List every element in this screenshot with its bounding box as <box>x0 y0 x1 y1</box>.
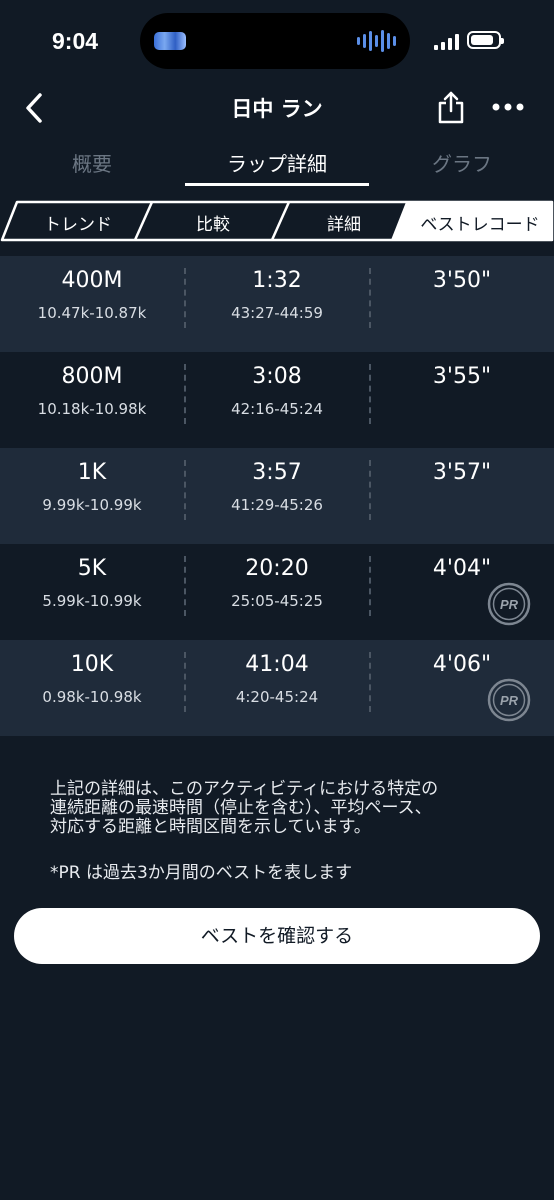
best-time: 20:20 <box>245 556 309 581</box>
description-line: 連続距離の最速時間（停止を含む）、平均ペース、 <box>50 798 432 818</box>
record-row: 1K 9.99k-10.99k 3:57 41:29-45:26 3'57" <box>0 448 554 544</box>
distance-cell: 800M 10.18k-10.98k <box>0 352 184 448</box>
tab-lap-details[interactable]: ラップ詳細 <box>185 148 369 177</box>
view-best-button[interactable]: ベストを確認する <box>14 908 540 964</box>
distance-label: 10K <box>70 652 114 677</box>
pr-badge-label: PR <box>500 597 519 612</box>
pace-value: 3'55" <box>432 364 492 389</box>
best-time: 3:08 <box>252 364 302 389</box>
time-range: 4:20-45:24 <box>235 688 319 706</box>
distance-cell: 10K 0.98k-10.98k <box>0 640 184 736</box>
distance-cell: 1K 9.99k-10.99k <box>0 448 184 544</box>
distance-range: 10.18k-10.98k <box>37 400 147 418</box>
description-text: 上記の詳細は、このアクティビティにおける特定の 連続距離の最速時間（停止を含む）… <box>50 780 520 837</box>
pr-footnote: *PR は過去3か月間のベストを表します <box>50 863 353 883</box>
distance-cell: 5K 5.99k-10.99k <box>0 544 184 640</box>
pr-badge-icon: PR <box>487 582 531 626</box>
battery-icon <box>467 31 504 49</box>
distance-range: 10.47k-10.87k <box>37 304 147 322</box>
time-cell: 3:57 41:29-45:26 <box>185 448 369 544</box>
description-line: 上記の詳細は、このアクティビティにおける特定の <box>50 779 439 799</box>
best-time: 41:04 <box>245 652 309 677</box>
time-range: 25:05-45:25 <box>231 592 323 610</box>
pace-value: 4'04" <box>432 556 492 581</box>
tab-graph[interactable]: グラフ <box>370 148 554 177</box>
record-row: 800M 10.18k-10.98k 3:08 42:16-45:24 3'55… <box>0 352 554 448</box>
pr-badge-label: PR <box>500 693 519 708</box>
time-range: 43:27-44:59 <box>231 304 323 322</box>
pace-value: 4'06" <box>432 652 492 677</box>
segment-trend[interactable]: トレンド <box>10 210 146 235</box>
distance-label: 5K <box>77 556 107 581</box>
distance-label: 400M <box>61 268 123 293</box>
description-line: 対応する距離と時間区間を示しています。 <box>50 817 371 837</box>
best-records-list: 400M 10.47k-10.87k 1:32 43:27-44:59 3'50… <box>0 256 554 736</box>
segment-compare[interactable]: 比較 <box>145 210 281 235</box>
battery-level <box>471 35 493 45</box>
pace-cell: 3'55" <box>370 352 554 448</box>
pace-value: 3'50" <box>432 268 492 293</box>
distance-range: 9.99k-10.99k <box>42 496 142 514</box>
share-button[interactable] <box>436 89 466 125</box>
nav-bar: 日中 ラン <box>0 85 554 130</box>
time-range: 41:29-45:26 <box>231 496 323 514</box>
status-bar: 9:04 <box>0 0 554 85</box>
pace-cell: 3'57" <box>370 448 554 544</box>
share-icon <box>438 91 464 124</box>
record-row: 10K 0.98k-10.98k 41:04 4:20-45:24 4'06" … <box>0 640 554 736</box>
time-cell: 41:04 4:20-45:24 <box>185 640 369 736</box>
best-time: 3:57 <box>252 460 302 485</box>
tab-overview[interactable]: 概要 <box>0 148 184 177</box>
status-time: 9:04 <box>52 28 99 54</box>
pace-cell: 3'50" <box>370 256 554 352</box>
audio-waveform-icon <box>357 29 396 53</box>
dynamic-island <box>140 13 410 69</box>
distance-label: 1K <box>77 460 107 485</box>
segment-details[interactable]: 詳細 <box>282 210 406 235</box>
distance-range: 5.99k-10.99k <box>42 592 142 610</box>
distance-label: 800M <box>61 364 123 389</box>
distance-range: 0.98k-10.98k <box>42 688 142 706</box>
record-row: 400M 10.47k-10.87k 1:32 43:27-44:59 3'50… <box>0 256 554 352</box>
top-tabs: 概要 ラップ詳細 グラフ <box>0 140 554 188</box>
segmented-control: トレンド 比較 詳細 ベストレコード <box>0 200 554 242</box>
more-options-button[interactable] <box>490 89 526 125</box>
cellular-signal-icon <box>434 34 459 50</box>
active-tab-indicator <box>185 183 369 186</box>
best-time: 1:32 <box>252 268 302 293</box>
pr-badge-icon: PR <box>487 678 531 722</box>
segment-best-records[interactable]: ベストレコード <box>406 210 554 235</box>
distance-cell: 400M 10.47k-10.87k <box>0 256 184 352</box>
page-title: 日中 ラン <box>231 97 323 121</box>
ellipsis-icon <box>492 103 524 111</box>
time-cell: 20:20 25:05-45:25 <box>185 544 369 640</box>
time-cell: 1:32 43:27-44:59 <box>185 256 369 352</box>
record-row: 5K 5.99k-10.99k 20:20 25:05-45:25 4'04" … <box>0 544 554 640</box>
time-range: 42:16-45:24 <box>231 400 323 418</box>
music-artwork-icon <box>154 32 186 50</box>
time-cell: 3:08 42:16-45:24 <box>185 352 369 448</box>
pace-value: 3'57" <box>432 460 492 485</box>
